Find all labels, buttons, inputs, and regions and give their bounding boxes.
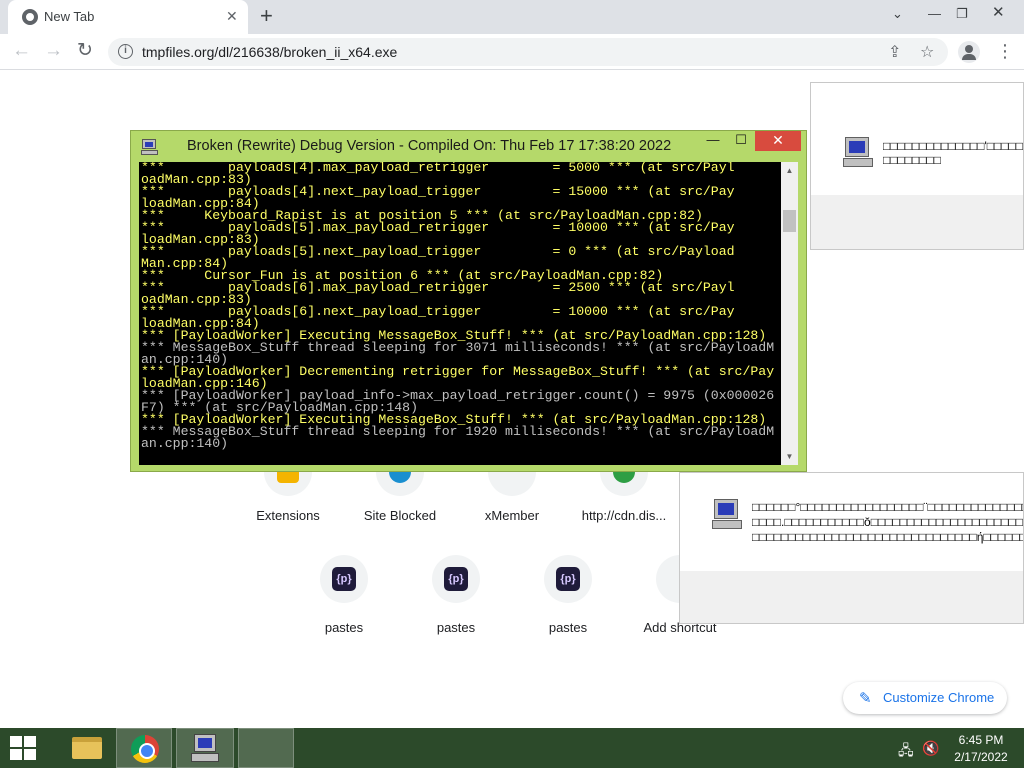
shortcut-label: Extensions (256, 508, 320, 523)
pencil-icon: ✎ (859, 690, 872, 707)
console-app-icon (141, 139, 159, 155)
new-tab-plus-icon[interactable]: + (260, 5, 273, 27)
taskbar-chrome[interactable] (116, 728, 172, 768)
network-icon[interactable]: 🖧 (898, 740, 914, 764)
scroll-up-arrow-icon[interactable]: ▲ (781, 162, 798, 179)
computer-icon (843, 137, 875, 169)
volume-muted-icon[interactable]: 🔇 (922, 740, 939, 757)
p-logo: {p} (332, 567, 356, 591)
shortcut-label: pastes (548, 620, 588, 635)
pastes-icon: {p} (320, 555, 368, 603)
console-close-button[interactable]: ✕ (755, 131, 801, 151)
customize-chrome-button[interactable]: ✎ Customize Chrome (843, 682, 1007, 714)
chrome-favicon-icon (22, 9, 38, 25)
console-title: Broken (Rewrite) Debug Version - Compile… (187, 138, 672, 154)
console-maximize-button[interactable]: ☐ (729, 131, 753, 151)
console-line: an.cpp:140) (141, 436, 229, 451)
back-arrow-icon[interactable]: ← (12, 41, 31, 61)
console-line: *** MessageBox_Stuff thread sleeping for… (141, 424, 775, 439)
taskbar-broken-app[interactable] (176, 728, 234, 768)
address-bar[interactable]: i tmpfiles.org/dl/216638/broken_ii_x64.e… (108, 38, 948, 66)
pastes-icon: {p} (544, 555, 592, 603)
shortcut-label: pastes (436, 620, 476, 635)
console-output[interactable]: *** payloads[4].max_payload_retrigger = … (139, 162, 781, 465)
message-box-text: □□□□.□□□□□□□□□□□ŏ□□□□□□□□□□□□□□□□□□□□□□□… (752, 515, 1024, 529)
clock-date[interactable]: 2/17/2022 (950, 750, 1012, 764)
windows-start-icon[interactable] (10, 736, 36, 760)
close-tab-icon[interactable]: ✕ (226, 8, 238, 24)
console-minimize-button[interactable]: — (701, 131, 725, 151)
shortcut-label: xMember (484, 508, 540, 523)
message-box-text: □□□□□□□□□□□□□□'□□□□□ (883, 139, 1024, 153)
message-box-text: □□□□□□□□ (883, 153, 941, 167)
chrome-icon (131, 735, 159, 763)
customize-chrome-label: Customize Chrome (883, 690, 995, 705)
tab-new-tab[interactable]: New Tab ✕ (8, 0, 248, 34)
console-line: *** MessageBox_Stuff thread sleeping for… (141, 340, 775, 355)
message-box-top: □□□□□□□□□□□□□□'□□□□□ □□□□□□□□ (810, 82, 1024, 250)
taskbar: 🖧 🔇 (0, 728, 1024, 768)
window-close-icon[interactable]: ✕ (992, 3, 1005, 21)
computer-icon (191, 734, 221, 764)
bookmark-star-icon[interactable]: ☆ (920, 42, 934, 62)
debug-console-window[interactable]: Broken (Rewrite) Debug Version - Compile… (130, 130, 807, 472)
tab-strip: New Tab ✕ + ⌄ — ❐ ✕ (0, 0, 1024, 34)
taskbar-file-explorer[interactable] (56, 728, 108, 768)
console-line: *** payloads[5].next_payload_trigger = 0… (141, 244, 735, 259)
window-restore-icon[interactable]: ❐ (956, 6, 968, 22)
forward-arrow-icon[interactable]: → (44, 41, 63, 61)
console-lines: *** payloads[4].max_payload_retrigger = … (141, 162, 774, 450)
folder-icon (72, 737, 102, 759)
message-box-bottom: □□□□□□°□□□□□□□□□□□□□□□□□¨□□□□□□□□□□□□□□□… (679, 472, 1024, 624)
message-box-text: □□□□□□°□□□□□□□□□□□□□□□□□¨□□□□□□□□□□□□□□□… (752, 500, 1024, 514)
url-text[interactable]: tmpfiles.org/dl/216638/broken_ii_x64.exe (142, 44, 397, 60)
scroll-thumb[interactable] (783, 210, 796, 232)
shortcut-label: pastes (324, 620, 364, 635)
p-logo: {p} (444, 567, 468, 591)
site-info-icon[interactable]: i (118, 44, 133, 59)
share-icon[interactable]: ⇪ (888, 42, 901, 62)
shortcut-label: Site Blocked (363, 508, 437, 523)
shortcut-label: http://cdn.dis... (581, 508, 667, 523)
window-minimize-icon[interactable]: — (928, 6, 941, 21)
computer-icon (712, 499, 744, 531)
kebab-menu-icon[interactable]: ⋮ (996, 42, 1014, 60)
console-scrollbar[interactable]: ▲ ▼ (781, 162, 798, 465)
tab-search-chevron-icon[interactable]: ⌄ (892, 6, 903, 22)
p-logo: {p} (556, 567, 580, 591)
clock-time[interactable]: 6:45 PM (956, 733, 1006, 747)
taskbar-blank-window[interactable] (238, 728, 294, 768)
profile-avatar-icon[interactable] (958, 41, 980, 63)
scroll-down-arrow-icon[interactable]: ▼ (781, 448, 798, 465)
pastes-icon: {p} (432, 555, 480, 603)
message-box-text: □□□□□□□□□□□□□□□□□□□□□□□□□□□□□□□ή□□□□□□□□ (752, 530, 1024, 544)
browser-toolbar: ← → ↻ i tmpfiles.org/dl/216638/broken_ii… (0, 34, 1024, 70)
reload-icon[interactable]: ↻ (77, 41, 93, 61)
tab-title: New Tab (44, 9, 95, 24)
